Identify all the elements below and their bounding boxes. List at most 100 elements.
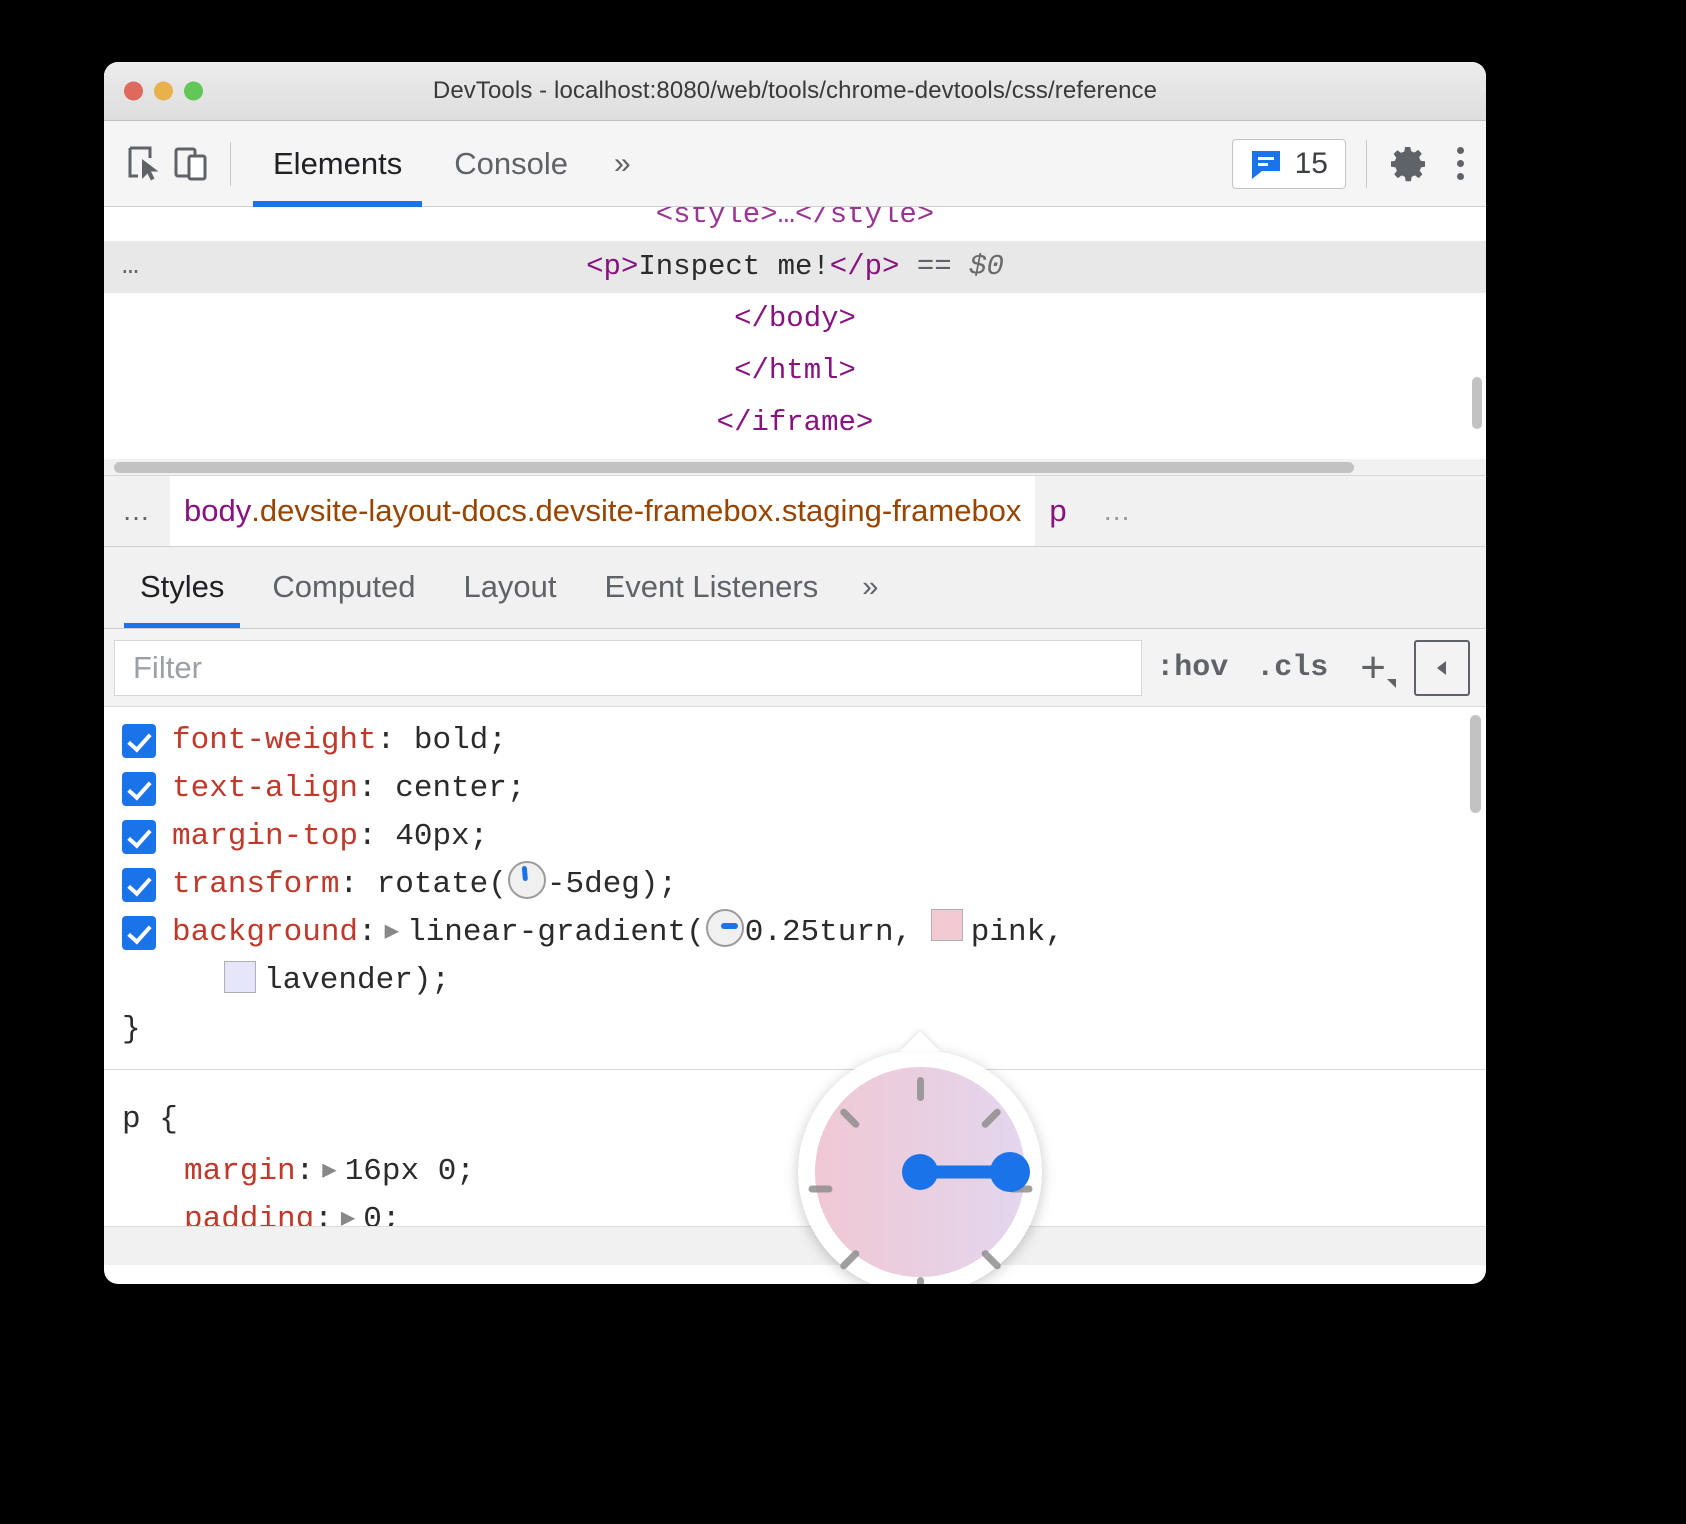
color-swatch-lavender[interactable] [224, 961, 256, 993]
tab-layout[interactable]: Layout [439, 546, 580, 628]
dom-node-selected[interactable]: … <p>Inspect me!</p> == $0 [104, 241, 1486, 293]
element-classes-button[interactable]: .cls [1242, 651, 1342, 685]
styles-vertical-scrollbar[interactable] [1470, 715, 1481, 813]
dom-open-tag: <p> [586, 250, 638, 283]
tab-console[interactable]: Console [428, 121, 594, 207]
color-name-pink[interactable]: pink, [971, 909, 1064, 957]
window-controls [124, 82, 203, 101]
force-state-button[interactable]: :hov [1142, 651, 1242, 685]
dom-close-tag: </p> [830, 250, 900, 283]
minimize-window-button[interactable] [154, 82, 173, 101]
property-value[interactable]: 0; [363, 1196, 400, 1226]
dial-end-knob[interactable] [990, 1152, 1030, 1192]
declaration-font-weight[interactable]: font-weight: bold; [104, 717, 1486, 765]
tab-styles[interactable]: Styles [116, 546, 248, 628]
tab-elements[interactable]: Elements [247, 121, 428, 207]
property-name[interactable]: margin [184, 1148, 296, 1196]
declaration-background[interactable]: background:▶linear-gradient(0.25turn, pi… [104, 909, 1486, 957]
tab-event-listeners[interactable]: Event Listeners [581, 546, 843, 628]
dom-console-ref: $0 [969, 250, 1004, 283]
property-value-prefix: rotate( [377, 861, 507, 909]
dom-vertical-scrollbar[interactable] [1472, 377, 1482, 429]
expand-arrow-icon[interactable]: ▶ [377, 909, 407, 957]
issues-counter-button[interactable]: 15 [1232, 139, 1346, 189]
declaration-transform[interactable]: transform: rotate(-5deg); [104, 861, 1486, 909]
property-name[interactable]: padding [184, 1196, 314, 1226]
issues-message-icon [1250, 148, 1282, 180]
dom-tag-text: </iframe> [717, 406, 874, 439]
devtools-window: DevTools - localhost:8080/web/tools/chro… [104, 62, 1486, 1284]
styles-pane[interactable]: font-weight: bold; text-align: center; m… [104, 707, 1486, 1226]
angle-clock-icon[interactable] [508, 861, 546, 899]
angle-picker-dial[interactable] [798, 1050, 1042, 1284]
color-name-lavender[interactable]: lavender); [264, 963, 450, 998]
dom-tag-text: </body> [734, 302, 856, 335]
expand-arrow-icon[interactable]: ▶ [314, 1148, 344, 1196]
rule-selector[interactable]: p { [104, 1092, 1486, 1148]
expand-arrow-icon[interactable]: ▶ [333, 1196, 363, 1226]
dial-center-knob[interactable] [902, 1154, 938, 1190]
declaration-background-continuation: lavender); [104, 957, 1486, 1005]
dom-node-dots[interactable]: … [122, 241, 141, 293]
property-name[interactable]: margin-top [172, 813, 358, 861]
breadcrumb-item-body[interactable]: body.devsite-layout-docs.devsite-framebo… [170, 476, 1035, 546]
angle-clock-icon[interactable] [706, 909, 744, 947]
declaration-text-align[interactable]: text-align: center; [104, 765, 1486, 813]
dial-face[interactable] [815, 1067, 1025, 1277]
angle-value[interactable]: -5deg [547, 861, 640, 909]
title-bar: DevTools - localhost:8080/web/tools/chro… [104, 62, 1486, 121]
declaration-padding[interactable]: padding:▶0; [104, 1196, 1486, 1226]
property-value-prefix: linear-gradient( [407, 909, 705, 957]
new-style-rule-button[interactable]: + [1342, 646, 1404, 690]
maximize-window-button[interactable] [184, 82, 203, 101]
dom-line-clipped: <style>…</style> [104, 207, 1486, 241]
property-name[interactable]: background [172, 909, 358, 957]
angle-value[interactable]: 0.25turn, [745, 909, 912, 957]
property-name[interactable]: transform [172, 861, 339, 909]
dial-pointer [900, 1031, 940, 1051]
more-panels-chevron-icon[interactable]: » [594, 121, 651, 207]
filter-input[interactable]: Filter [114, 640, 1142, 696]
property-name[interactable]: font-weight [172, 717, 377, 765]
gear-icon[interactable] [1387, 142, 1431, 186]
panel-tabs: Elements Console » [247, 121, 651, 207]
declaration-margin[interactable]: margin:▶16px 0; [104, 1148, 1486, 1196]
breadcrumb-item-p[interactable]: p [1035, 476, 1080, 546]
kebab-menu-icon[interactable] [1457, 147, 1464, 180]
window-title: DevTools - localhost:8080/web/tools/chro… [104, 77, 1486, 105]
dom-tree-panel[interactable]: <style>…</style> … <p>Inspect me!</p> ==… [104, 207, 1486, 476]
property-name[interactable]: text-align [172, 765, 358, 813]
property-value[interactable]: bold [414, 717, 488, 765]
property-value[interactable]: 16px 0; [345, 1148, 475, 1196]
scrollbar-thumb[interactable] [114, 462, 1354, 473]
device-toolbar-icon[interactable] [168, 141, 214, 187]
dom-line-html-close[interactable]: </html> [104, 345, 1486, 397]
declaration-checkbox[interactable] [122, 868, 156, 902]
more-sidebar-tabs-chevron-icon[interactable]: » [842, 546, 898, 628]
inspect-cursor-icon[interactable] [122, 141, 168, 187]
dom-clipped-text: <style>…</style> [656, 207, 934, 231]
declaration-checkbox[interactable] [122, 724, 156, 758]
declaration-checkbox[interactable] [122, 916, 156, 950]
breadcrumb-element: body [184, 493, 251, 529]
close-window-button[interactable] [124, 82, 143, 101]
property-value[interactable]: 40px [395, 813, 469, 861]
tab-computed[interactable]: Computed [248, 546, 439, 628]
breadcrumb-overflow-button[interactable]: … [104, 476, 170, 546]
color-swatch-pink[interactable] [931, 909, 963, 941]
declaration-checkbox[interactable] [122, 772, 156, 806]
dom-line-body-close[interactable]: </body> [104, 293, 1486, 345]
declaration-margin-top[interactable]: margin-top: 40px; [104, 813, 1486, 861]
declaration-checkbox[interactable] [122, 820, 156, 854]
property-value[interactable]: center [395, 765, 507, 813]
issues-count: 15 [1295, 147, 1328, 181]
collapse-sidebar-icon[interactable] [1414, 640, 1470, 696]
bottom-strip [104, 1226, 1486, 1265]
caret-icon [1387, 679, 1396, 688]
breadcrumb-tail-overflow[interactable]: … [1081, 476, 1155, 546]
dom-line-iframe-close[interactable]: </iframe> [104, 397, 1486, 449]
dom-horizontal-scrollbar[interactable] [104, 459, 1486, 475]
breadcrumb-element: p [1049, 493, 1066, 529]
style-rule-p: p { devsite-goo…-blue.css:1 margin:▶16px… [104, 1069, 1486, 1226]
styles-sidebar-tabs: Styles Computed Layout Event Listeners » [104, 547, 1486, 629]
